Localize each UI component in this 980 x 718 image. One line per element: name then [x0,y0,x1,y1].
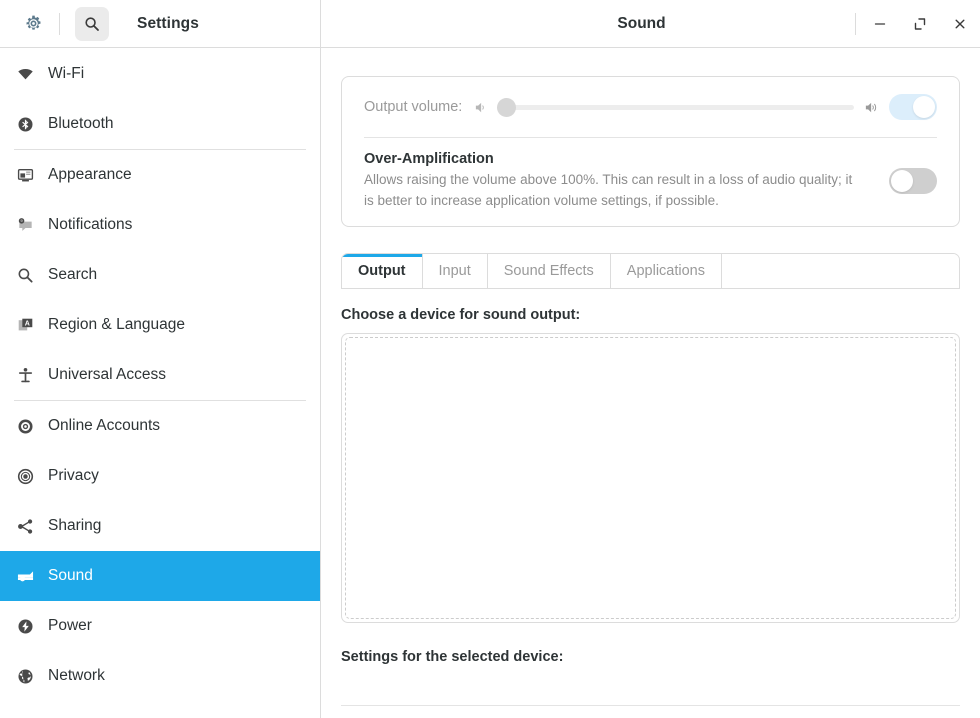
network-icon [14,665,36,687]
speaker-low-icon [474,100,489,115]
sidebar-item-sound[interactable]: Sound [0,551,320,601]
sidebar-list: Wi-Fi Bluetooth Appearance 9 Notificatio… [0,48,320,718]
gear-icon[interactable] [16,7,50,41]
device-list[interactable] [341,333,960,624]
notifications-icon: 9 [14,214,36,236]
sidebar-item-label: Region & Language [48,316,186,334]
over-amplification-description: Allows raising the volume above 100%. Th… [364,172,853,208]
sidebar-item-online-accounts[interactable]: Online Accounts [0,401,320,451]
output-volume-label: Output volume: [364,99,463,115]
output-volume-row: Output volume: [342,77,959,137]
sidebar-header: Settings [0,0,320,48]
bottom-separator [341,705,960,706]
sidebar-item-label: Network [48,667,105,685]
appearance-icon [14,164,36,186]
sidebar: Settings Wi-Fi Bluetooth Appearance 9 No… [0,0,321,718]
over-amplification-title: Over-Amplification [364,151,494,167]
tab-input[interactable]: Input [422,254,488,289]
sidebar-item-label: Bluetooth [48,115,114,133]
sidebar-item-universal-access[interactable]: Universal Access [0,350,320,400]
search-button[interactable] [75,6,109,41]
tabs-section: Output Input Sound Effects Applications … [341,253,960,665]
toggle-knob [913,96,935,118]
search-icon [14,264,36,286]
sidebar-item-label: Online Accounts [48,417,161,435]
choose-device-label: Choose a device for sound output: [341,307,581,324]
bluetooth-icon [14,113,36,135]
sidebar-item-label: Power [48,617,92,635]
over-amplification-toggle[interactable] [889,168,937,195]
sidebar-item-label: Sound [48,567,93,585]
sidebar-item-wifi[interactable]: Wi-Fi [0,49,320,99]
device-list-inner [345,337,956,620]
tab-output[interactable]: Output [342,254,423,289]
maximize-icon [914,17,926,30]
settings-window: Settings Wi-Fi Bluetooth Appearance 9 No… [0,0,980,718]
main-panel: Sound Output volume: Over-Amplification … [321,0,980,718]
sidebar-item-label: Sharing [48,517,102,535]
minimize-icon [874,22,886,25]
online-accounts-icon [14,415,36,437]
sidebar-item-notifications[interactable]: 9 Notifications [0,200,320,250]
search-icon [85,16,99,31]
minimize-button[interactable] [860,4,900,44]
sidebar-item-sharing[interactable]: Sharing [0,501,320,551]
svg-text:A: A [24,320,29,327]
header-separator [59,12,60,35]
sidebar-item-label: Wi-Fi [48,65,85,83]
tab-applications[interactable]: Applications [610,254,722,289]
over-amplification-text: Over-Amplification Allows raising the vo… [364,151,879,211]
sidebar-item-label: Privacy [48,467,99,485]
volume-frame: Output volume: Over-Amplification Allows… [341,76,960,228]
sidebar-item-bluetooth[interactable]: Bluetooth [0,99,320,149]
maximize-button[interactable] [900,4,940,44]
sidebar-item-label: Appearance [48,166,132,184]
close-icon [955,19,965,29]
sidebar-item-label: Search [48,266,98,284]
power-icon [14,615,36,637]
selected-device-settings-label: Settings for the selected device: [341,649,564,666]
settings-title: Settings [137,14,199,32]
slider-handle[interactable] [497,97,517,117]
sidebar-item-power[interactable]: Power [0,601,320,651]
sidebar-item-network[interactable]: Network [0,651,320,701]
window-controls [855,0,980,48]
slider-track [497,104,854,110]
window-controls-separator [855,12,856,35]
region-language-icon: A [14,314,36,336]
tab-bar: Output Input Sound Effects Applications [341,253,960,290]
output-tab-content: Choose a device for sound output: Settin… [341,289,960,665]
sidebar-item-appearance[interactable]: Appearance [0,150,320,200]
output-mute-toggle[interactable] [889,94,937,120]
tab-bar-filler [721,254,959,289]
sidebar-item-label: Universal Access [48,366,167,384]
tab-sound-effects[interactable]: Sound Effects [487,254,611,289]
wifi-icon [14,63,36,85]
window-header: Sound [321,0,980,48]
over-amplification-row: Over-Amplification Allows raising the vo… [342,138,959,226]
svg-text:9: 9 [20,218,22,222]
sidebar-item-region-language[interactable]: A Region & Language [0,300,320,350]
close-button[interactable] [940,4,980,44]
sidebar-item-privacy[interactable]: Privacy [0,451,320,501]
sharing-icon [14,515,36,537]
main-body: Output volume: Over-Amplification Allows… [321,48,980,718]
universal-access-icon [14,364,36,386]
toggle-knob [891,170,913,193]
privacy-icon [14,465,36,487]
sound-icon [14,565,36,587]
sidebar-item-search[interactable]: Search [0,250,320,300]
gear-icon-glyph [26,15,40,30]
sidebar-item-label: Notifications [48,216,133,234]
speaker-high-icon [864,100,879,115]
output-volume-slider[interactable] [497,97,854,117]
